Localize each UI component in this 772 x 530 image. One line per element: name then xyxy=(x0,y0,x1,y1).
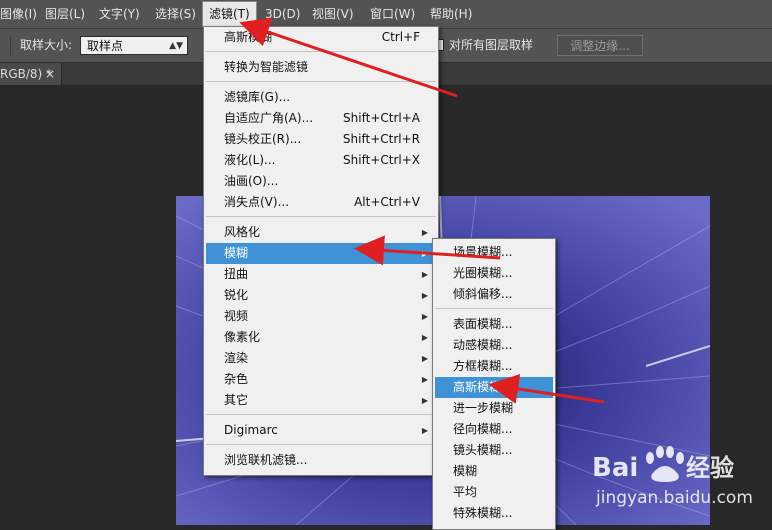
menu-item-label: Digimarc xyxy=(224,423,278,437)
close-icon[interactable]: × xyxy=(45,63,55,85)
menu-item-shortcut: Ctrl+F xyxy=(381,30,420,44)
menu-item-sharpen[interactable]: 锐化 ▶ xyxy=(206,285,436,306)
menu-item-filter-gallery[interactable]: 滤镜库(G)... xyxy=(206,87,436,108)
sample-size-label: 取样大小: xyxy=(20,38,73,52)
menu-separator xyxy=(206,216,436,217)
menu-item-digimarc[interactable]: Digimarc ▶ xyxy=(206,420,436,441)
menu-item-shortcut: Shift+Ctrl+A xyxy=(343,111,420,125)
menu-item-render[interactable]: 渲染 ▶ xyxy=(206,348,436,369)
submenu-arrow-icon: ▶ xyxy=(421,333,428,342)
menu-item-label: 油画(O)... xyxy=(224,174,279,188)
submenu-item-lens-blur[interactable]: 镜头模糊... xyxy=(435,440,553,461)
sample-size-value: 取样点 xyxy=(87,39,124,53)
menu-help[interactable]: 帮助(H) xyxy=(424,0,478,28)
menu-item-shortcut: Shift+Ctrl+R xyxy=(342,132,420,146)
select-arrows-icon: ▲▼ xyxy=(169,41,183,51)
submenu-item-average[interactable]: 平均 xyxy=(435,482,553,503)
submenu-item-blur-more[interactable]: 进一步模糊 xyxy=(435,398,553,419)
menu-separator xyxy=(206,444,436,445)
menu-separator xyxy=(206,414,436,415)
menu-item-shortcut: Shift+Ctrl+X xyxy=(343,153,420,167)
menu-item-label: 镜头校正(R)... xyxy=(224,132,302,146)
menu-item-gaussian-blur-last[interactable]: 高斯模糊 Ctrl+F xyxy=(206,27,436,48)
menu-item-label: 渲染 xyxy=(224,351,249,365)
menu-separator xyxy=(435,308,553,309)
submenu-arrow-icon: ▶ xyxy=(421,312,428,321)
menu-item-video[interactable]: 视频 ▶ xyxy=(206,306,436,327)
submenu-item-smart-blur[interactable]: 特殊模糊... xyxy=(435,503,553,524)
menu-item-oil-paint[interactable]: 油画(O)... xyxy=(206,171,436,192)
submenu-arrow-icon: ▶ xyxy=(421,426,428,435)
menu-window[interactable]: 窗口(W) xyxy=(364,0,421,28)
menu-item-label: 风格化 xyxy=(224,225,261,239)
refine-edge-button[interactable]: 调整边缘... xyxy=(557,35,643,56)
menu-item-convert-smart-filters[interactable]: 转换为智能滤镜 xyxy=(206,57,436,78)
menu-item-label: 扭曲 xyxy=(224,267,249,281)
menu-item-noise[interactable]: 杂色 ▶ xyxy=(206,369,436,390)
menu-type[interactable]: 文字(Y) xyxy=(93,0,146,28)
menu-item-other[interactable]: 其它 ▶ xyxy=(206,390,436,411)
menu-item-pixelate[interactable]: 像素化 ▶ xyxy=(206,327,436,348)
sample-all-layers-label: 对所有图层取样 xyxy=(449,38,534,52)
menu-item-label: 自适应广角(A)... xyxy=(224,111,314,125)
sample-size-select[interactable]: 取样点 ▲▼ xyxy=(80,36,188,55)
menu-item-label: 像素化 xyxy=(224,330,261,344)
menu-item-stylize[interactable]: 风格化 ▶ xyxy=(206,222,436,243)
menu-item-label: 视频 xyxy=(224,309,249,323)
submenu-arrow-icon: ▶ xyxy=(421,228,428,237)
submenu-arrow-icon: ▶ xyxy=(421,270,428,279)
menu-item-label: 高斯模糊 xyxy=(224,30,273,44)
submenu-arrow-icon: ▶ xyxy=(421,375,428,384)
document-tab[interactable]: RGB/8) * × xyxy=(0,63,62,85)
menu-item-label: 液化(L)... xyxy=(224,153,276,167)
filter-menu: 高斯模糊 Ctrl+F 转换为智能滤镜 滤镜库(G)... 自适应广角(A)..… xyxy=(203,26,439,476)
blur-submenu: 场景模糊... 光圈模糊... 倾斜偏移... 表面模糊... 动感模糊... … xyxy=(432,238,556,530)
submenu-arrow-icon: ▶ xyxy=(421,396,428,405)
menu-item-blur[interactable]: 模糊 ▶ xyxy=(206,243,436,264)
options-divider xyxy=(10,37,11,55)
submenu-arrow-icon: ▶ xyxy=(421,291,428,300)
menu-item-label: 杂色 xyxy=(224,372,249,386)
submenu-arrow-icon: ▶ xyxy=(421,249,428,258)
submenu-item-field-blur[interactable]: 场景模糊... xyxy=(435,242,553,263)
submenu-item-box-blur[interactable]: 方框模糊... xyxy=(435,356,553,377)
menu-separator xyxy=(206,81,436,82)
menu-item-label: 模糊 xyxy=(224,246,249,260)
menu-item-adaptive-wide-angle[interactable]: 自适应广角(A)... Shift+Ctrl+A xyxy=(206,108,436,129)
submenu-arrow-icon: ▶ xyxy=(421,354,428,363)
submenu-item-gaussian-blur[interactable]: 高斯模糊... xyxy=(435,377,553,398)
menu-item-label: 转换为智能滤镜 xyxy=(224,60,309,74)
submenu-item-motion-blur[interactable]: 动感模糊... xyxy=(435,335,553,356)
menu-item-label: 滤镜库(G)... xyxy=(224,90,291,104)
menu-item-liquify[interactable]: 液化(L)... Shift+Ctrl+X xyxy=(206,150,436,171)
menu-3d[interactable]: 3D(D) xyxy=(259,0,306,28)
menu-item-label: 消失点(V)... xyxy=(224,195,290,209)
submenu-item-tilt-shift[interactable]: 倾斜偏移... xyxy=(435,284,553,305)
menu-layer[interactable]: 图层(L) xyxy=(39,0,91,28)
submenu-item-radial-blur[interactable]: 径向模糊... xyxy=(435,419,553,440)
menu-item-distort[interactable]: 扭曲 ▶ xyxy=(206,264,436,285)
menu-view[interactable]: 视图(V) xyxy=(306,0,360,28)
menu-item-label: 锐化 xyxy=(224,288,249,302)
menu-item-shortcut: Alt+Ctrl+V xyxy=(354,195,420,209)
menu-item-label: 其它 xyxy=(224,393,249,407)
menu-separator xyxy=(206,51,436,52)
submenu-item-blur[interactable]: 模糊 xyxy=(435,461,553,482)
menu-item-vanishing-point[interactable]: 消失点(V)... Alt+Ctrl+V xyxy=(206,192,436,213)
menu-image[interactable]: 图像(I) xyxy=(0,0,43,28)
menu-item-lens-correction[interactable]: 镜头校正(R)... Shift+Ctrl+R xyxy=(206,129,436,150)
menu-select[interactable]: 选择(S) xyxy=(149,0,202,28)
menu-bar: 图像(I) 图层(L) 文字(Y) 选择(S) 滤镜(T) 3D(D) 视图(V… xyxy=(0,0,772,29)
menu-item-browse-filters-online[interactable]: 浏览联机滤镜... xyxy=(206,450,436,471)
menu-filter[interactable]: 滤镜(T) xyxy=(202,1,257,27)
submenu-item-iris-blur[interactable]: 光圈模糊... xyxy=(435,263,553,284)
submenu-item-surface-blur[interactable]: 表面模糊... xyxy=(435,314,553,335)
menu-item-label: 浏览联机滤镜... xyxy=(224,453,308,467)
